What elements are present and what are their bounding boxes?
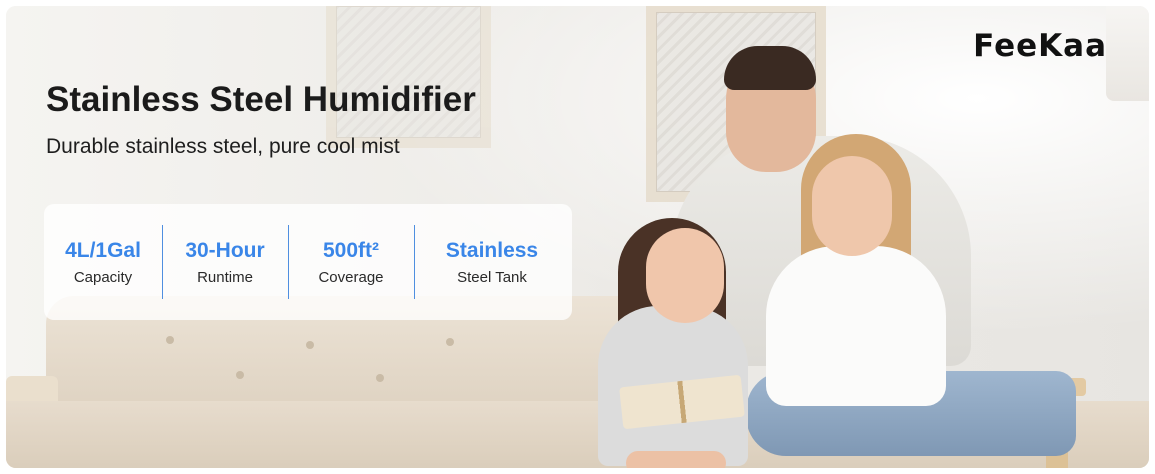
page-title: Stainless Steel Humidifier: [46, 80, 476, 119]
spec-label: Runtime: [197, 268, 253, 286]
spec-value: 4L/1Gal: [65, 238, 141, 262]
spec-label: Steel Tank: [457, 268, 527, 286]
wall-picture-frame: [326, 6, 491, 148]
girl-head: [646, 228, 724, 323]
spec-panel: 4L/1Gal Capacity 30-Hour Runtime 500ft² …: [44, 204, 572, 320]
father-hair: [724, 46, 816, 90]
spec-coverage: 500ft² Coverage: [288, 225, 414, 299]
spec-tank: Stainless Steel Tank: [414, 225, 570, 299]
brand-logo: FeeKaa: [973, 28, 1107, 64]
spec-value: 500ft²: [322, 238, 380, 262]
spec-value: 30-Hour: [185, 238, 265, 262]
spec-label: Coverage: [318, 268, 384, 286]
spec-capacity: 4L/1Gal Capacity: [44, 225, 162, 299]
spec-value: Stainless: [445, 238, 539, 262]
page-subtitle: Durable stainless steel, pure cool mist: [46, 135, 400, 158]
lamp-shade: [1106, 6, 1149, 101]
mother-figure: [766, 246, 946, 406]
girl-feet: [626, 451, 726, 468]
spec-runtime: 30-Hour Runtime: [162, 225, 288, 299]
mother-head: [812, 156, 892, 256]
spec-label: Capacity: [73, 268, 133, 286]
